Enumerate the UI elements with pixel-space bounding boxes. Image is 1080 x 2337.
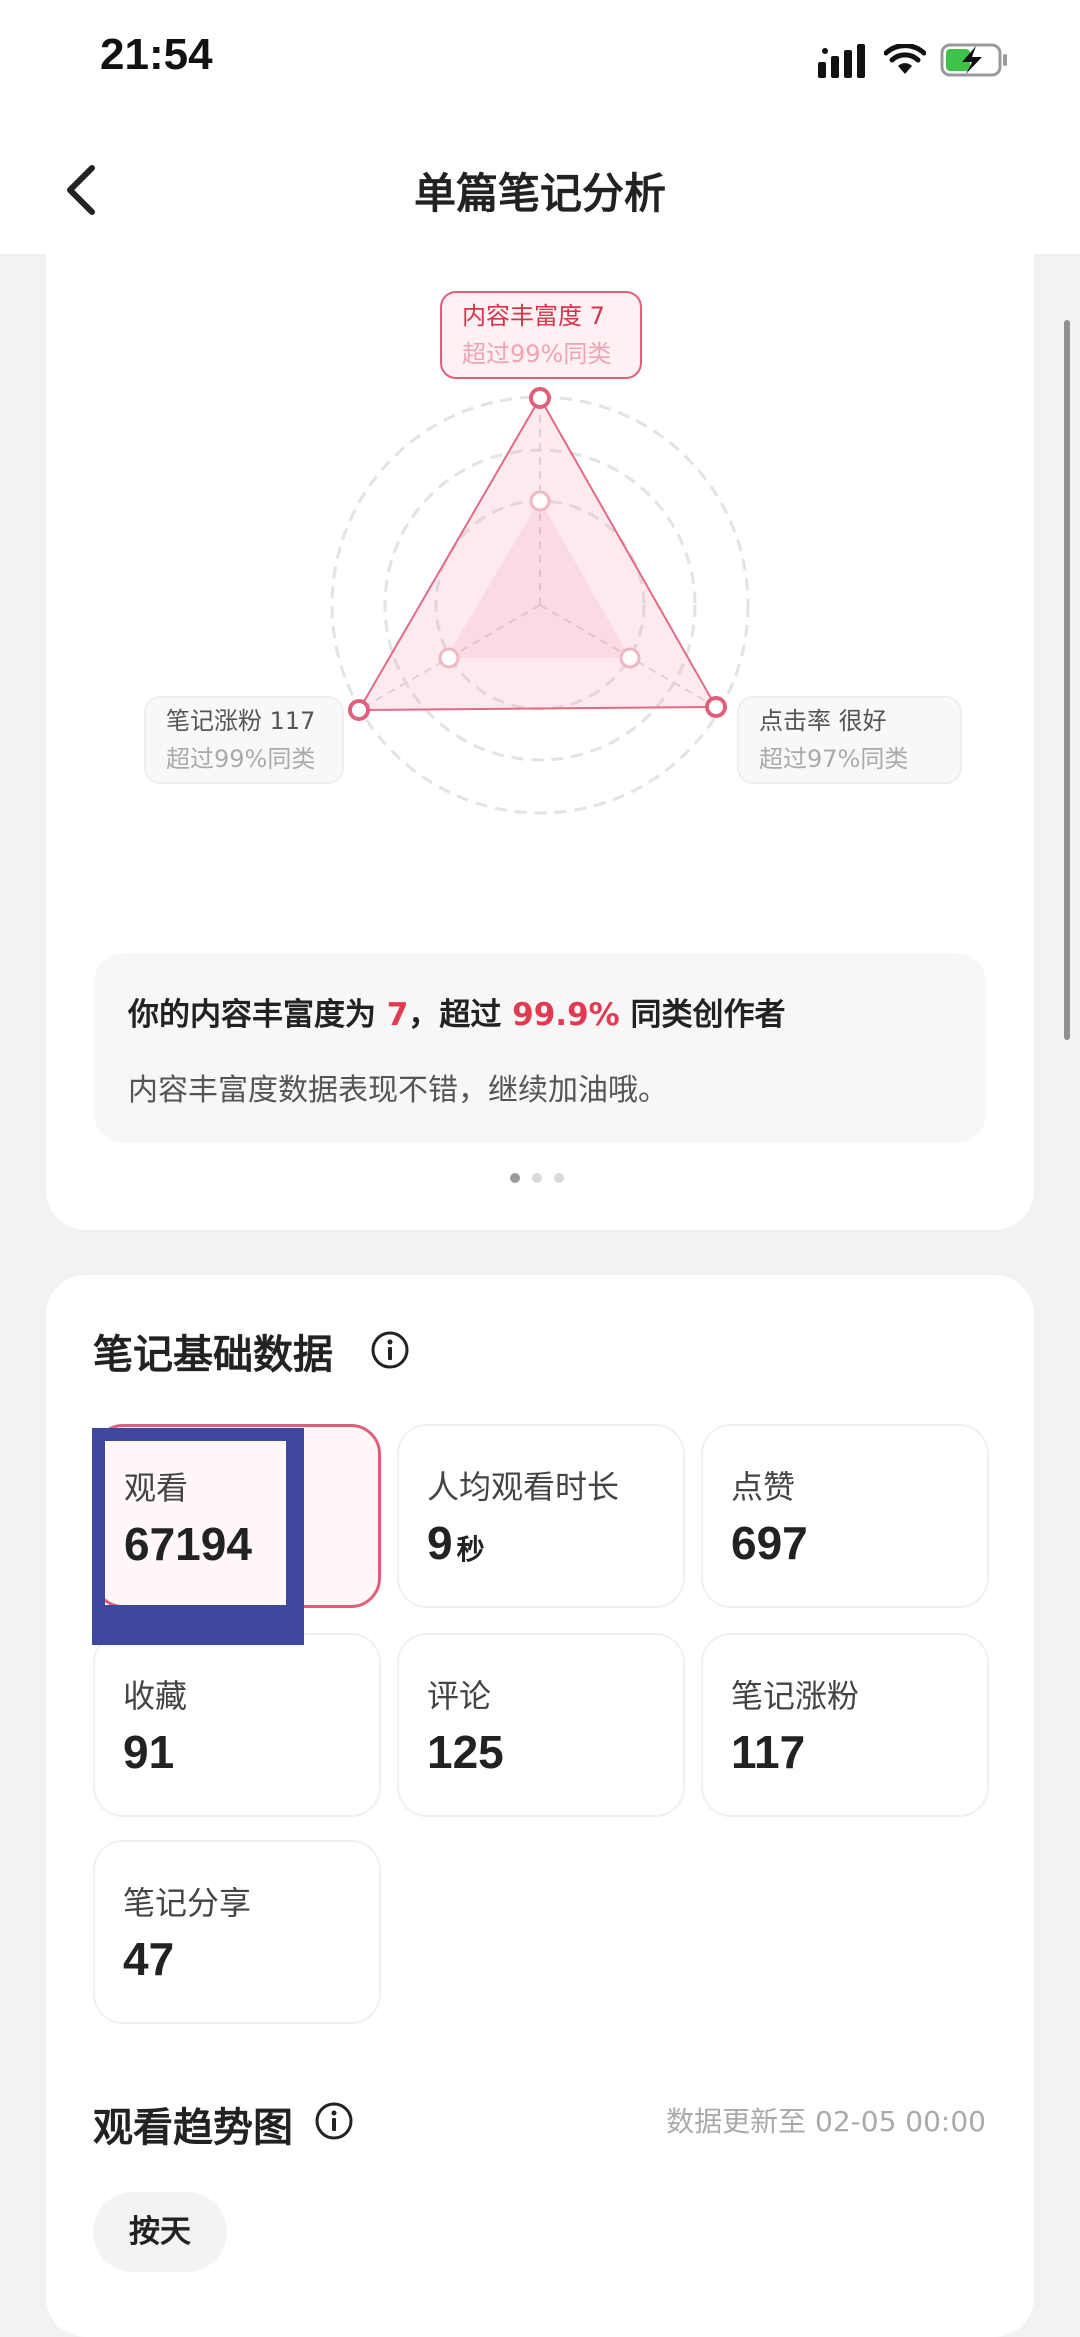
radar-tag-label: 点击率 很好 (759, 707, 887, 735)
metric-value: 117 (731, 1725, 805, 1779)
metric-value: 125 (427, 1725, 504, 1779)
metric-label: 收藏 (123, 1677, 188, 1715)
metric-card-avg-watch-time[interactable]: 人均观看时长 9秒 (397, 1424, 685, 1608)
metric-value: 91 (123, 1725, 174, 1779)
battery-charging-icon (940, 43, 1007, 77)
radar-tag-followers: 笔记涨粉 117 超过99%同类 (144, 696, 344, 784)
summary-suffix: 同类创作者 (619, 997, 786, 1033)
metric-unit: 秒 (456, 1534, 485, 1565)
metric-number: 117 (731, 1726, 806, 1778)
metric-number: 697 (731, 1517, 808, 1569)
status-bar: 21:54 (0, 0, 1080, 124)
status-time: 21:54 (100, 30, 213, 79)
metric-label: 人均观看时长 (427, 1468, 620, 1506)
radar-tag-ctr: 点击率 很好 超过97%同类 (737, 696, 962, 784)
radar-tag-label: 内容丰富度 7 (462, 302, 605, 330)
carousel-dots (510, 1168, 576, 1183)
carousel-dot[interactable] (554, 1173, 564, 1183)
summary-middle: ，超过 (408, 997, 513, 1033)
metric-value: 9秒 (427, 1516, 485, 1570)
metric-value: 697 (731, 1516, 808, 1570)
metric-card-new-followers[interactable]: 笔记涨粉 117 (701, 1633, 989, 1817)
metric-number: 91 (123, 1726, 175, 1778)
metric-number: 9 (427, 1517, 453, 1569)
radar-card: 内容丰富度 7 超过99%同类 笔记涨粉 117 超过99%同类 点击率 很好 … (46, 230, 1034, 1230)
info-icon[interactable] (314, 2101, 354, 2141)
radar-tag-content-richness: 内容丰富度 7 超过99%同类 (440, 291, 642, 379)
summary-value: 7 (386, 997, 409, 1033)
radar-avg-point-left (438, 647, 460, 669)
summary-text: 你的内容丰富度为 7，超过 99.9% 同类创作者 (128, 989, 786, 1034)
radar-tag-sub: 超过97%同类 (759, 745, 909, 773)
metric-card-likes[interactable]: 点赞 697 (701, 1424, 989, 1608)
annotation-highlight-box (92, 1428, 304, 1645)
summary-prefix: 你的内容丰富度为 (128, 997, 387, 1033)
metric-label: 评论 (427, 1677, 492, 1715)
metric-label: 笔记分享 (123, 1884, 252, 1922)
data-update-time: 数据更新至 02-05 00:00 (666, 2105, 986, 2138)
metric-card-comments[interactable]: 评论 125 (397, 1633, 685, 1817)
by-day-chip[interactable]: 按天 (93, 2192, 227, 2272)
summary-box: 你的内容丰富度为 7，超过 99.9% 同类创作者 内容丰富度数据表现不错，继续… (94, 953, 986, 1143)
page-title: 单篇笔记分析 (413, 169, 666, 218)
metric-number: 125 (427, 1726, 504, 1778)
metric-label: 点赞 (731, 1468, 796, 1506)
metric-label: 笔记涨粉 (731, 1677, 860, 1715)
radar-tag-sub: 超过99%同类 (462, 340, 612, 368)
trend-title: 观看趋势图 (93, 2105, 293, 2151)
radar-point-top (529, 387, 551, 409)
summary-description: 内容丰富度数据表现不错，继续加油哦。 (128, 1073, 668, 1108)
wifi-icon (884, 44, 926, 74)
signal-icon (818, 44, 865, 78)
metric-card-shares[interactable]: 笔记分享 47 (93, 1840, 381, 2024)
summary-percent: 99.9% (512, 997, 620, 1033)
scrollbar[interactable] (1064, 320, 1070, 1040)
radar-point-left (348, 699, 370, 721)
radar-point-right (705, 696, 727, 718)
carousel-dot[interactable] (532, 1173, 542, 1183)
carousel-dot-active[interactable] (510, 1173, 520, 1183)
radar-avg-point-right (619, 647, 641, 669)
info-icon[interactable] (370, 1330, 410, 1370)
radar-avg-point-top (529, 490, 551, 512)
radar-tag-sub: 超过99%同类 (166, 745, 316, 773)
metric-value: 47 (123, 1932, 174, 1986)
basic-data-title: 笔记基础数据 (93, 1332, 333, 1378)
metric-number: 47 (123, 1933, 175, 1985)
radar-tag-label: 笔记涨粉 117 (166, 707, 316, 735)
metric-card-favorites[interactable]: 收藏 91 (93, 1633, 381, 1817)
